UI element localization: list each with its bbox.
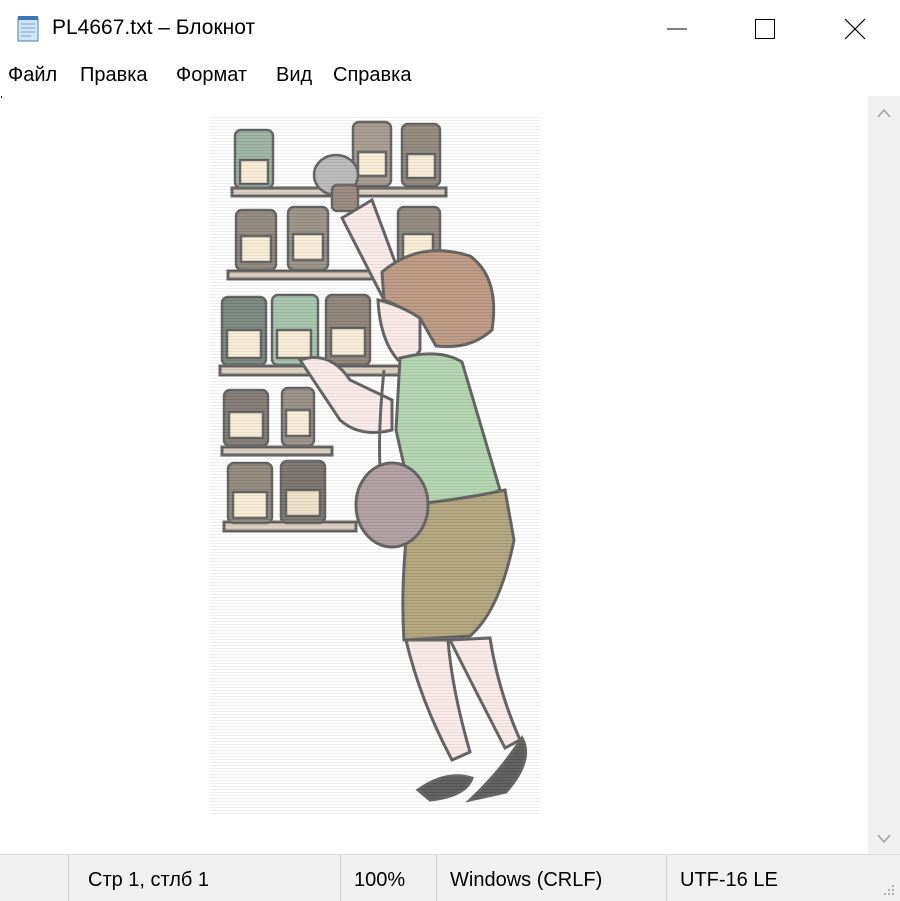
minimize-button[interactable]	[632, 0, 722, 58]
text-editor[interactable]	[0, 96, 868, 854]
menu-edit[interactable]: Правка	[80, 64, 148, 87]
cursor-position: Стр 1, стлб 1	[88, 869, 210, 891]
status-separator	[436, 855, 437, 901]
window-title: PL4667.txt – Блокнот	[52, 16, 256, 39]
title-bar: PL4667.txt – Блокнот	[0, 0, 900, 58]
encoding: UTF-16 LE	[680, 869, 778, 891]
scroll-down-icon[interactable]	[877, 834, 891, 844]
minimize-icon	[667, 28, 687, 30]
zoom-level: 100%	[354, 869, 406, 891]
menu-help[interactable]: Справка	[333, 64, 411, 87]
line-endings: Windows (CRLF)	[450, 869, 603, 891]
vertical-scrollbar[interactable]	[868, 96, 900, 854]
resize-grip-icon[interactable]	[882, 883, 896, 897]
status-bar: Стр 1, стлб 1 100% Windows (CRLF) UTF-16…	[0, 854, 900, 901]
scroll-up-icon[interactable]	[877, 108, 891, 118]
status-separator	[340, 855, 341, 901]
maximize-button[interactable]	[720, 0, 810, 58]
close-button[interactable]	[810, 0, 900, 58]
menu-file[interactable]: Файл	[8, 64, 57, 87]
menu-bar: Файл Правка Формат Вид Справка	[0, 58, 900, 96]
notepad-icon	[17, 16, 39, 42]
text-caret	[1, 96, 2, 98]
status-separator	[666, 855, 667, 901]
close-icon	[844, 18, 866, 40]
maximize-icon	[755, 19, 775, 39]
menu-format[interactable]: Формат	[176, 64, 247, 87]
menu-view[interactable]: Вид	[276, 64, 312, 87]
status-separator	[68, 855, 69, 901]
shopper-illustration	[210, 115, 540, 815]
